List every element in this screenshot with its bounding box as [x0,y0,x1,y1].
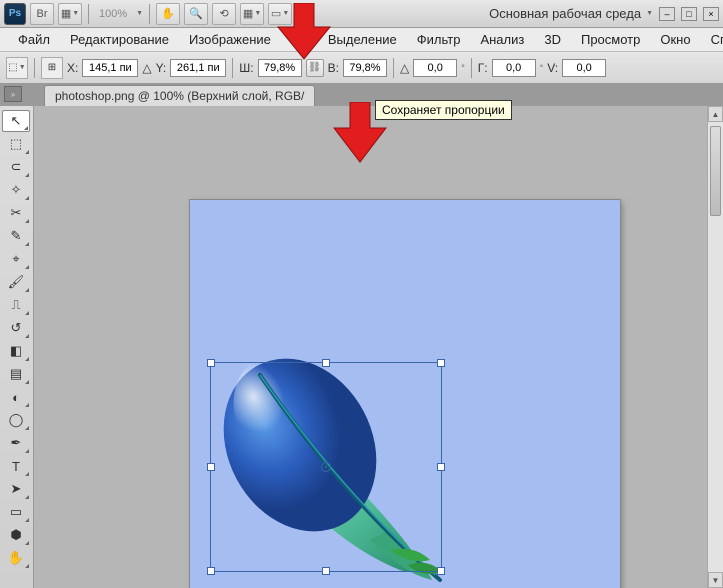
handle-bottom-left[interactable] [207,567,215,575]
transform-bounding-box[interactable] [210,362,442,572]
zoom-level[interactable]: 100% [95,8,131,20]
mini-bridge-button[interactable]: ▦▼ [58,3,82,25]
annotation-arrow-top [274,3,334,61]
toolbox: ↖ ⬚ ⊂ ✧ ✂ ✎ ⌖ 🖌 ⎍ ↺ ◧ ▤ ◐ ◯ ✒ T ➤ ▭ ⬢ ✋ [0,106,34,588]
workspace-label: Основная рабочая среда [489,6,641,21]
titlebar: Ps Br ▦▼ 100%▼ ✋ 🔍 ⟲ ▦▼ ▭▼ Основная рабо… [0,0,723,28]
handle-bottom-right[interactable] [437,567,445,575]
handle-center[interactable] [321,462,331,472]
delta-icon[interactable]: △ [142,61,151,75]
handle-top-left[interactable] [207,359,215,367]
tooltip: Сохраняет пропорции [375,100,512,120]
hand-tool[interactable]: ✋ [2,547,30,569]
expand-panels-button[interactable]: » [4,86,22,102]
menu-edit[interactable]: Редактирование [60,28,179,51]
skew-h-label: Г: [478,61,488,75]
scroll-down-arrow[interactable]: ▼ [708,572,723,588]
minimize-button[interactable]: – [659,7,675,21]
handle-bottom-center[interactable] [322,567,330,575]
degree-icon: ° [540,63,544,73]
menu-3d[interactable]: 3D [534,28,571,51]
link-proportions-icon[interactable]: ⛓ [306,59,324,77]
gradient-tool[interactable]: ▤ [2,363,30,385]
arrange-docs-button[interactable]: ▦▼ [240,3,264,25]
healing-brush-tool[interactable]: ⌖ [2,248,30,270]
skew-h-input[interactable] [492,59,536,77]
height-label: В: [328,61,339,75]
menu-view[interactable]: Просмотр [571,28,650,51]
scroll-thumb[interactable] [710,126,721,216]
path-selection-tool[interactable]: ➤ [2,478,30,500]
y-input[interactable] [170,59,226,77]
work-area: ↖ ⬚ ⊂ ✧ ✂ ✎ ⌖ 🖌 ⎍ ↺ ◧ ▤ ◐ ◯ ✒ T ➤ ▭ ⬢ ✋ [0,106,723,588]
close-button[interactable]: × [703,7,719,21]
app-logo: Ps [4,3,26,25]
hand-tool-button[interactable]: ✋ [156,3,180,25]
menu-image[interactable]: Изображение [179,28,281,51]
height-input[interactable] [343,59,387,77]
skew-v-input[interactable] [562,59,606,77]
handle-mid-right[interactable] [437,463,445,471]
width-input[interactable] [258,59,302,77]
3d-tool[interactable]: ⬢ [2,524,30,546]
x-label: X: [67,61,78,75]
chevron-down-icon: ▼ [646,10,653,17]
crop-tool[interactable]: ✂ [2,202,30,224]
options-bar: ⬚▼ ⊞ X: △ Y: Ш: ⛓ В: △ ° Г: ° V: [0,52,723,84]
maximize-button[interactable]: □ [681,7,697,21]
menu-help[interactable]: Спра [701,28,723,51]
zoom-dropdown-icon[interactable]: ▼ [136,10,143,17]
rotate-view-button[interactable]: ⟲ [212,3,236,25]
type-tool[interactable]: T [2,455,30,477]
lasso-tool[interactable]: ⊂ [2,156,30,178]
blur-tool[interactable]: ◐ [2,386,30,408]
reference-point-icon[interactable]: ⊞ [41,57,63,79]
eraser-tool[interactable]: ◧ [2,340,30,362]
menubar: Файл Редактирование Изображение Сл Выдел… [0,28,723,52]
angle-icon: △ [400,61,409,75]
clone-stamp-tool[interactable]: ⎍ [2,294,30,316]
brush-tool[interactable]: 🖌 [2,271,30,293]
menu-file[interactable]: Файл [8,28,60,51]
handle-top-right[interactable] [437,359,445,367]
document-tab[interactable]: photoshop.png @ 100% (Верхний слой, RGB/ [44,85,315,106]
dodge-tool[interactable]: ◯ [2,409,30,431]
scroll-up-arrow[interactable]: ▲ [708,106,723,122]
workspace-switcher[interactable]: Основная рабочая среда ▼ [489,6,653,21]
move-tool[interactable]: ↖ [2,110,30,132]
history-brush-tool[interactable]: ↺ [2,317,30,339]
menu-window[interactable]: Окно [650,28,700,51]
skew-v-label: V: [547,61,558,75]
zoom-tool-button[interactable]: 🔍 [184,3,208,25]
menu-analysis[interactable]: Анализ [470,28,534,51]
handle-top-center[interactable] [322,359,330,367]
pen-tool[interactable]: ✒ [2,432,30,454]
width-label: Ш: [239,61,253,75]
menu-filter[interactable]: Фильтр [407,28,471,51]
marquee-tool[interactable]: ⬚ [2,133,30,155]
eyedropper-tool[interactable]: ✎ [2,225,30,247]
shape-tool[interactable]: ▭ [2,501,30,523]
angle-input[interactable] [413,59,457,77]
degree-icon: ° [461,63,465,73]
transform-icon[interactable]: ⬚▼ [6,57,28,79]
canvas-area[interactable]: ▲ ▼ [34,106,723,588]
y-label: Y: [156,61,167,75]
magic-wand-tool[interactable]: ✧ [2,179,30,201]
x-input[interactable] [82,59,138,77]
vertical-scrollbar[interactable]: ▲ ▼ [707,106,723,588]
handle-mid-left[interactable] [207,463,215,471]
bridge-button[interactable]: Br [30,3,54,25]
